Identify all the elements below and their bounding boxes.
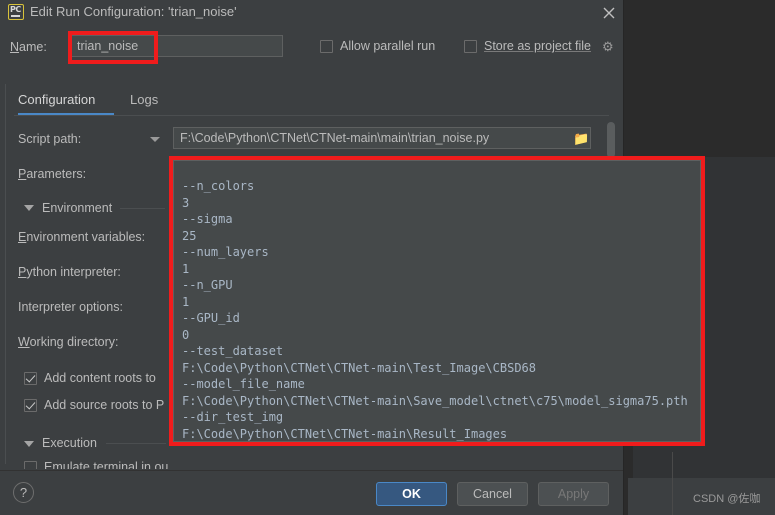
pycharm-icon: PC	[8, 4, 24, 20]
close-icon[interactable]	[598, 2, 620, 24]
cancel-button[interactable]: Cancel	[457, 482, 528, 506]
status-bar-divider	[672, 452, 673, 515]
add-content-roots-checkbox[interactable]	[24, 372, 37, 385]
dialog-title-bar: PC Edit Run Configuration: 'trian_noise'	[0, 0, 623, 26]
working-directory-label: Working directory:	[18, 335, 119, 349]
python-interpreter-label: Python interpreter:	[18, 265, 121, 279]
parameters-label: Parameters:	[18, 167, 87, 181]
name-input[interactable]: trian_noise	[70, 35, 283, 57]
csdn-watermark: CSDN @佐咖	[693, 493, 761, 505]
environment-variables-label: Environment variables:	[18, 230, 146, 244]
execution-section-arrow-icon[interactable]	[24, 441, 34, 447]
dialog-scrollbar-thumb[interactable]	[607, 122, 615, 158]
name-label: Name:	[10, 40, 47, 54]
folder-icon[interactable]: 📁	[573, 131, 589, 147]
script-path-input[interactable]: F:\Code\Python\CTNet\CTNet-main\main\tri…	[173, 127, 591, 149]
script-path-value: F:\Code\Python\CTNet\CTNet-main\main\tri…	[180, 131, 490, 145]
execution-section-title: Execution	[42, 436, 97, 450]
ok-button[interactable]: OK	[376, 482, 447, 506]
apply-button[interactable]: Apply	[538, 482, 609, 506]
dialog-tabs: Configuration Logs	[0, 84, 623, 116]
interpreter-options-label: Interpreter options:	[18, 300, 123, 314]
tab-configuration[interactable]: Configuration	[18, 84, 114, 115]
help-button[interactable]: ?	[13, 482, 34, 503]
dialog-title: Edit Run Configuration: 'trian_noise'	[30, 4, 237, 19]
add-content-roots-label: Add content roots to	[44, 371, 156, 385]
tab-logs-label: Logs	[130, 92, 159, 107]
tabs-baseline	[14, 115, 609, 116]
panel-left-border	[5, 84, 6, 464]
store-as-project-file-checkbox[interactable]	[464, 40, 477, 53]
gear-icon[interactable]: ⚙	[602, 40, 615, 53]
allow-parallel-run-label: Allow parallel run	[340, 39, 436, 53]
edit-run-configuration-dialog: PC Edit Run Configuration: 'trian_noise'…	[0, 0, 705, 515]
emulate-terminal-checkbox[interactable]	[24, 461, 37, 469]
parameters-input[interactable]: --n_colors 3 --sigma 25 --num_layers 1 -…	[173, 160, 701, 442]
add-source-roots-label: Add source roots to P	[44, 398, 165, 412]
dialog-footer	[0, 471, 623, 515]
name-input-value: trian_noise	[77, 39, 139, 53]
execution-section-rule	[106, 443, 166, 444]
emulate-terminal-label: Emulate terminal in output console	[44, 460, 168, 469]
environment-section-rule	[120, 208, 165, 209]
script-path-label: Script path:	[18, 132, 82, 146]
chevron-down-icon[interactable]	[150, 137, 160, 142]
environment-section-arrow-icon[interactable]	[24, 205, 34, 211]
tab-configuration-label: Configuration	[18, 92, 96, 107]
allow-parallel-run-checkbox[interactable]	[320, 40, 333, 53]
environment-section-title: Environment	[42, 201, 113, 215]
add-source-roots-checkbox[interactable]	[24, 399, 37, 412]
dialog-scrollbar-track[interactable]	[607, 122, 615, 464]
tab-logs[interactable]: Logs	[130, 84, 166, 115]
store-as-project-file-label: Store as project file	[484, 39, 591, 53]
